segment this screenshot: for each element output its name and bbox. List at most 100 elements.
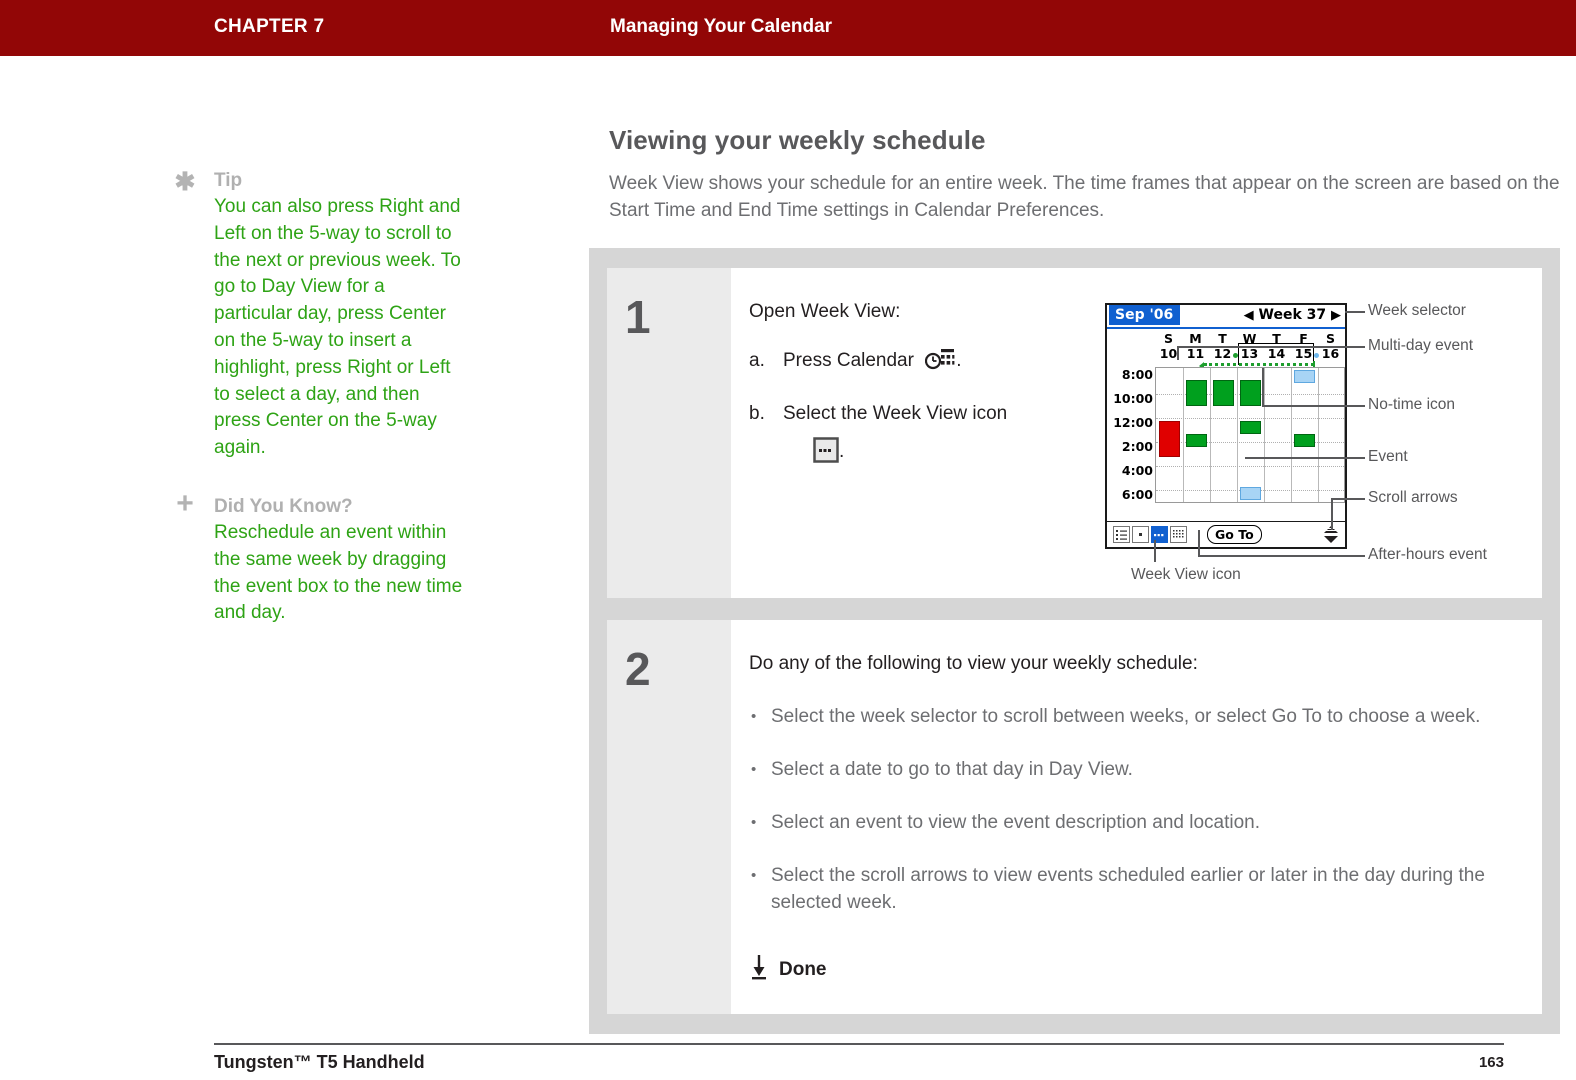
multi-day-event-bar (1199, 361, 1315, 371)
no-time-icon[interactable] (1294, 370, 1315, 383)
note-tip-body: You can also press Right and Left on the… (214, 196, 461, 459)
leader-line (1262, 405, 1365, 407)
date-button-16[interactable]: 16 (1317, 346, 1344, 361)
step-1-number: 1 (607, 268, 731, 598)
leader-line (1345, 311, 1365, 313)
event-block-green[interactable] (1294, 434, 1315, 447)
substep-a-suffix: . (956, 350, 962, 371)
plus-icon: + (176, 486, 194, 520)
step-2: 2 Do any of the following to view your w… (607, 620, 1542, 1014)
leader-line (1198, 530, 1200, 556)
leader-line (1177, 346, 1179, 360)
substep-a-label: a. (749, 350, 765, 371)
substep-a-copy: Press Calendar (783, 350, 914, 371)
note-dyk-body: Reschedule an event within the same week… (214, 521, 463, 624)
note-tip: ✱ Tip You can also press Right and Left … (172, 168, 472, 462)
date-button-12[interactable]: 12 (1209, 346, 1236, 361)
event-block-red[interactable] (1159, 421, 1180, 457)
leader-line (1177, 346, 1365, 348)
device-screenshot: Sep '06 ◀ Week 37 ▶ S M T W T F S 10 11 … (1105, 303, 1347, 549)
day-label-mon: M (1189, 331, 1202, 346)
product-name: Tungsten™ T5 (214, 1052, 338, 1072)
callout-label: Week View icon (1131, 566, 1241, 583)
week-view-icon (813, 437, 839, 471)
footer-rule (214, 1043, 1504, 1045)
event-block-green[interactable] (1240, 421, 1261, 434)
month-view-icon[interactable] (1170, 526, 1187, 543)
day-label-tue: T (1218, 331, 1227, 346)
next-week-arrow-icon[interactable]: ▶ (1331, 308, 1341, 323)
callout-label: Multi-day event (1368, 337, 1474, 354)
list-item: Select the scroll arrows to view events … (749, 862, 1518, 916)
agenda-view-icon[interactable] (1113, 526, 1130, 543)
go-to-button[interactable]: Go To (1207, 525, 1262, 544)
event-block-green[interactable] (1186, 434, 1207, 447)
week-grid[interactable] (1155, 367, 1345, 503)
after-hours-event[interactable] (1240, 487, 1261, 500)
sidebar-notes: ✱ Tip You can also press Right and Left … (172, 168, 472, 659)
page-number: 163 (1478, 1054, 1504, 1071)
substep-b-label: b. (749, 403, 765, 424)
note-dyk-title: Did You Know? (214, 495, 353, 517)
event-block-green[interactable] (1240, 380, 1261, 406)
callout-label: Event (1368, 448, 1408, 465)
event-block-green[interactable] (1186, 380, 1207, 406)
time-label-5: 6:00 (1121, 487, 1153, 502)
grid-divider (1210, 368, 1211, 502)
day-view-icon[interactable] (1132, 526, 1149, 543)
leader-line (1198, 555, 1365, 557)
device-title-bar: Sep '06 ◀ Week 37 ▶ (1107, 305, 1345, 329)
callout-label: Week selector (1368, 302, 1466, 319)
leader-line (1331, 498, 1333, 530)
main-content: Viewing your weekly schedule Week View s… (609, 125, 1569, 224)
month-label: Sep '06 (1109, 305, 1181, 325)
date-button-11[interactable]: 11 (1182, 346, 1209, 361)
grid-hour-line (1156, 418, 1344, 419)
grid-hour-line (1156, 466, 1344, 467)
leader-line (1331, 498, 1365, 500)
event-block-green[interactable] (1213, 380, 1234, 406)
prev-week-arrow-icon[interactable]: ◀ (1244, 308, 1254, 323)
day-label-sun: S (1163, 331, 1173, 346)
page-header: CHAPTER 7 Managing Your Calendar (0, 0, 1576, 56)
asterisk-icon: ✱ (174, 168, 196, 196)
done-label: Done (779, 958, 827, 980)
list-item: Select a date to go to that day in Day V… (749, 756, 1518, 783)
step-2-bullets: Select the week selector to scroll betwe… (749, 703, 1518, 916)
list-item: Select the week selector to scroll betwe… (749, 703, 1518, 730)
callout-label: After-hours event (1368, 546, 1487, 563)
grid-hour-line (1156, 442, 1344, 443)
time-label-3: 2:00 (1121, 439, 1153, 454)
week-selector[interactable]: ◀ Week 37 ▶ (1244, 307, 1341, 323)
product-suffix: Handheld (337, 1052, 425, 1072)
leader-line (1245, 457, 1365, 459)
chapter-label: CHAPTER 7 (214, 16, 325, 37)
time-label-2: 12:00 (1113, 415, 1153, 430)
step-2-number: 2 (607, 620, 731, 1014)
steps-panel: 1 Open Week View: a. Press Calendar . b.… (589, 248, 1560, 1034)
substep-b-copy: Select the Week View icon (783, 403, 1008, 424)
day-label-sat: S (1325, 331, 1335, 346)
step-2-body: Do any of the following to view your wee… (731, 620, 1542, 1014)
grid-divider (1291, 368, 1292, 502)
callout-label: Scroll arrows (1368, 489, 1458, 506)
page-footer: Tungsten™ T5 Handheld 163 (214, 1052, 1504, 1073)
no-time-dot-sat (1314, 353, 1319, 358)
no-time-dot-wed (1233, 353, 1238, 358)
time-axis: 8:00 10:00 12:00 2:00 4:00 6:00 (1109, 367, 1155, 503)
time-label-4: 4:00 (1121, 463, 1153, 478)
leader-line (1262, 368, 1264, 406)
document-title: Managing Your Calendar (610, 16, 833, 37)
done-row: Done (749, 954, 1518, 985)
grid-divider (1237, 368, 1238, 502)
substep-b-suffix: . (839, 441, 845, 462)
note-did-you-know: + Did You Know? Reschedule an event with… (172, 486, 472, 627)
note-tip-title: Tip (214, 170, 243, 191)
section-heading: Viewing your weekly schedule (609, 125, 986, 155)
grid-divider (1183, 368, 1184, 502)
calendar-hardware-button-icon (925, 348, 955, 378)
list-item: Select an event to view the event descri… (749, 809, 1518, 836)
down-arrow-icon (749, 954, 769, 985)
grid-divider (1264, 368, 1265, 502)
time-label-0: 8:00 (1121, 367, 1153, 382)
